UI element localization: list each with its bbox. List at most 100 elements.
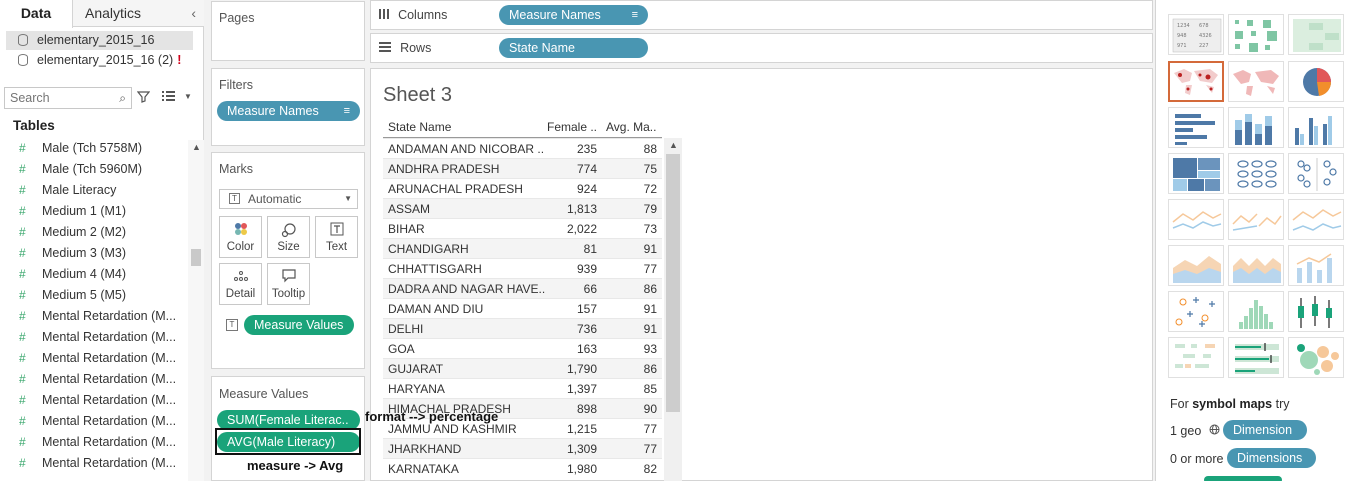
tooltip-icon — [268, 269, 309, 285]
heat-map-chart-icon[interactable] — [1228, 14, 1284, 55]
packed-bubbles-chart-icon[interactable] — [1288, 337, 1344, 378]
scrollbar-thumb[interactable] — [666, 154, 680, 412]
dual-combination-chart-icon[interactable] — [1288, 245, 1344, 286]
filter-icon[interactable] — [136, 90, 151, 106]
box-whisker-chart-icon[interactable] — [1288, 291, 1344, 332]
header-avg-male[interactable]: Avg. Ma.. — [606, 120, 656, 134]
table-row[interactable]: DADRA AND NAGAR HAVE.. 66 86 — [383, 278, 662, 298]
pie-chart-icon[interactable] — [1288, 61, 1344, 102]
tab-analytics[interactable]: Analytics — [73, 0, 153, 27]
size-button[interactable]: Size — [267, 216, 310, 258]
table-row[interactable]: DAMAN AND DIU 157 91 — [383, 298, 662, 318]
table-row[interactable]: JHARKHAND 1,309 77 — [383, 438, 662, 458]
rows-pill-state-name[interactable]: State Name — [499, 38, 648, 58]
field-item[interactable]: # Medium 5 (M5) — [0, 285, 188, 306]
bullet-graph-chart-icon[interactable] — [1228, 337, 1284, 378]
field-item[interactable]: # Male (Tch 5960M) — [0, 159, 188, 180]
sheet-title[interactable]: Sheet 3 — [383, 84, 452, 107]
stacked-bar-chart-icon[interactable] — [1228, 107, 1284, 148]
dual-line-chart-icon[interactable] — [1288, 199, 1344, 240]
field-item[interactable]: # Medium 3 (M3) — [0, 243, 188, 264]
datasource-item[interactable]: elementary_2015_16 (2)! — [6, 51, 193, 70]
tab-data[interactable]: Data — [0, 0, 73, 28]
field-item[interactable]: # Medium 4 (M4) — [0, 264, 188, 285]
table-row[interactable]: GUJARAT 1,790 86 — [383, 358, 662, 378]
area-chart-discrete-icon[interactable] — [1228, 245, 1284, 286]
color-button[interactable]: Color — [219, 216, 262, 258]
field-item[interactable]: # Male Literacy — [0, 180, 188, 201]
line-chart-discrete-icon[interactable] — [1228, 199, 1284, 240]
symbol-map-chart-icon[interactable] — [1168, 61, 1224, 102]
search-icon[interactable]: ⌕ — [119, 91, 126, 106]
field-list-scrollbar[interactable]: ▲ — [188, 140, 204, 481]
side-by-side-bar-chart-icon[interactable] — [1288, 107, 1344, 148]
rows-label: Rows — [379, 41, 431, 55]
table-row[interactable]: BIHAR 2,022 73 — [383, 218, 662, 238]
dimension-requirement-pill: Dimension — [1223, 420, 1307, 440]
field-item[interactable]: # Medium 1 (M1) — [0, 201, 188, 222]
list-view-icon[interactable] — [162, 90, 176, 104]
annotation-measure: measure -> Avg — [247, 458, 344, 473]
scatter-plot-chart-icon[interactable] — [1168, 291, 1224, 332]
rows-shelf[interactable]: Rows State Name — [370, 33, 1153, 63]
table-row[interactable]: HARYANA 1,397 85 — [383, 378, 662, 398]
side-by-side-circle-chart-icon[interactable] — [1288, 153, 1344, 194]
chevron-down-icon[interactable]: ▼ — [184, 92, 192, 101]
scrollbar-thumb[interactable] — [191, 249, 201, 266]
table-scrollbar[interactable]: ▲ — [664, 138, 682, 481]
mark-type-select[interactable]: T Automatic ▼ — [219, 189, 358, 209]
filled-map-chart-icon[interactable] — [1228, 61, 1284, 102]
database-icon — [18, 34, 28, 46]
measure-icon: # — [19, 246, 26, 260]
pages-card[interactable]: Pages — [211, 1, 365, 61]
gantt-chart-icon[interactable] — [1168, 337, 1224, 378]
table-row[interactable]: CHANDIGARH 81 91 — [383, 238, 662, 258]
table-row[interactable]: ANDAMAN AND NICOBAR .. 235 88 — [383, 138, 662, 158]
header-female[interactable]: Female .. — [547, 120, 597, 134]
table-row[interactable]: CHHATTISGARH 939 77 — [383, 258, 662, 278]
table-row[interactable]: ASSAM 1,813 79 — [383, 198, 662, 218]
scroll-up-icon[interactable]: ▲ — [669, 140, 678, 150]
measure-pill-sum-female[interactable]: SUM(Female Literac.. — [217, 410, 360, 430]
field-item[interactable]: # Medium 2 (M2) — [0, 222, 188, 243]
histogram-chart-icon[interactable] — [1228, 291, 1284, 332]
field-item[interactable]: # Mental Retardation (M... — [0, 411, 188, 432]
columns-shelf[interactable]: Columns Measure Names ≡ — [370, 0, 1153, 30]
color-icon — [220, 222, 261, 238]
columns-pill-measure-names[interactable]: Measure Names ≡ — [499, 5, 648, 25]
table-row[interactable]: GOA 163 93 — [383, 338, 662, 358]
circle-view-chart-icon[interactable] — [1228, 153, 1284, 194]
detail-button[interactable]: Detail — [219, 263, 262, 305]
tooltip-button[interactable]: Tooltip — [267, 263, 310, 305]
datasource-item[interactable]: elementary_2015_16 — [6, 31, 193, 50]
table-row[interactable]: ARUNACHAL PRADESH 924 72 — [383, 178, 662, 198]
marks-pill-measure-values[interactable]: Measure Values — [244, 315, 354, 335]
table-row[interactable]: KARNATAKA 1,980 82 — [383, 458, 662, 478]
treemap-chart-icon[interactable] — [1168, 153, 1224, 194]
search-field: ⌕ — [4, 87, 132, 109]
field-item[interactable]: # Mental Retardation (M... — [0, 306, 188, 327]
globe-icon — [1209, 424, 1220, 438]
field-item[interactable]: # Mental Retardation (M... — [0, 369, 188, 390]
filter-pill-measure-names[interactable]: Measure Names ≡ — [217, 101, 360, 121]
text-table-chart-icon[interactable]: 1234 678 948 4326 971 227 — [1168, 14, 1224, 55]
search-input[interactable] — [5, 88, 105, 108]
field-item[interactable]: # Mental Retardation (M... — [0, 390, 188, 411]
scroll-up-icon[interactable]: ▲ — [192, 142, 201, 152]
area-chart-continuous-icon[interactable] — [1168, 245, 1224, 286]
horizontal-bar-chart-icon[interactable] — [1168, 107, 1224, 148]
table-row[interactable]: ANDHRA PRADESH 774 75 — [383, 158, 662, 178]
field-item[interactable]: # Mental Retardation (M... — [0, 348, 188, 369]
field-item[interactable]: # Mental Retardation (M... — [0, 432, 188, 453]
line-chart-continuous-icon[interactable] — [1168, 199, 1224, 240]
highlight-table-chart-icon[interactable] — [1288, 14, 1344, 55]
text-button[interactable]: Text — [315, 216, 358, 258]
pages-title: Pages — [219, 11, 255, 25]
field-item[interactable]: # Mental Retardation (M... — [0, 327, 188, 348]
table-row[interactable]: DELHI 736 91 — [383, 318, 662, 338]
field-item[interactable]: # Mental Retardation (M... — [0, 453, 188, 474]
highlight-box — [215, 428, 361, 455]
header-state-name[interactable]: State Name — [388, 120, 451, 134]
collapse-pane-icon[interactable]: ‹ — [191, 5, 196, 21]
field-item[interactable]: # Male (Tch 5758M) — [0, 138, 188, 159]
